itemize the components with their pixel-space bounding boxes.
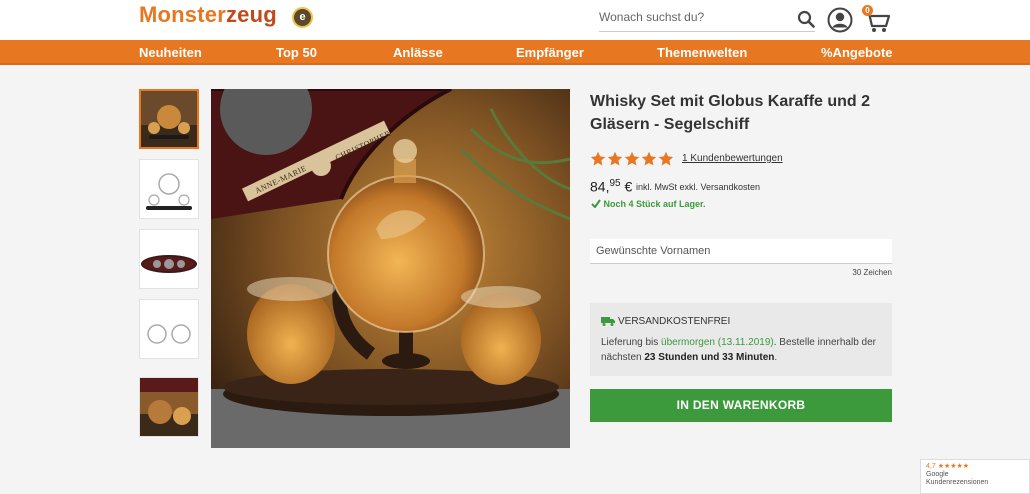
thumbnail-image (140, 160, 198, 218)
nav-item-anlaesse[interactable]: Anlässe (393, 45, 443, 60)
product-thumbnail-5[interactable] (139, 377, 199, 437)
names-input[interactable] (590, 239, 890, 263)
main-navigation: Neuheiten Top 50 Anlässe Empfänger Theme… (0, 40, 1030, 65)
star-icon (624, 151, 640, 166)
user-icon[interactable] (827, 7, 853, 33)
stock-text: Noch 4 Stück auf Lager. (603, 199, 706, 209)
search-icon[interactable] (797, 10, 815, 28)
price-main: 84, (590, 178, 610, 195)
names-field-wrapper (590, 239, 892, 264)
cart-count-badge: 0 (862, 5, 873, 16)
search-input[interactable] (599, 4, 789, 30)
product-title: Whisky Set mit Globus Karaffe und 2 Gläs… (590, 93, 871, 133)
shipping-info-box: VERSANDKOSTENFREI Lieferung bis übermorg… (590, 303, 892, 376)
char-counter: 30 Zeichen (852, 268, 892, 277)
rating-stars[interactable] (590, 151, 674, 169)
thumbnail-image (141, 91, 197, 147)
add-to-cart-button[interactable]: IN DEN WARENKORB (590, 389, 892, 422)
logo[interactable]: Monsterzeug (139, 2, 277, 28)
price-note: inkl. MwSt exkl. Versandkosten (636, 182, 761, 192)
star-icon (658, 151, 674, 166)
google-rating: 4,7 ★★★★★ (926, 463, 1024, 471)
stock-status: Noch 4 Stück auf Lager. (591, 199, 706, 209)
product-main-image[interactable]: ANNE-MARIE CHRISTOPHER (211, 89, 570, 448)
star-icon (641, 151, 657, 166)
google-stars: ★★★★★ (937, 463, 970, 470)
product-thumbnail-2[interactable] (139, 159, 199, 219)
check-icon (591, 199, 601, 209)
thumbnail-image (140, 230, 198, 288)
product-photo (211, 89, 570, 448)
logo-part2: zeug (225, 2, 277, 27)
time-left: 23 Stunden und 33 Minuten (644, 352, 775, 363)
google-score: 4,7 (926, 463, 936, 470)
star-icon (590, 151, 606, 166)
product-thumbnail-4[interactable] (139, 299, 199, 359)
thumbnail-image (140, 378, 198, 436)
nav-item-empfaenger[interactable]: Empfänger (516, 45, 584, 60)
search-bar (599, 4, 815, 32)
product-thumbnail-3[interactable] (139, 229, 199, 289)
google-reviews-label: Kundenrezensionen (926, 479, 989, 486)
thumbnail-image (140, 300, 198, 358)
trusted-shops-badge[interactable]: e (292, 7, 313, 28)
nav-item-neuheiten[interactable]: Neuheiten (139, 45, 202, 60)
nav-item-themenwelten[interactable]: Themenwelten (657, 45, 747, 60)
header: Monsterzeug e 0 (0, 0, 1030, 40)
google-reviews-badge[interactable]: 4,7 ★★★★★ Google Kundenrezensionen (920, 459, 1030, 494)
nav-item-top50[interactable]: Top 50 (276, 45, 317, 60)
nav-item-angebote[interactable]: %Angebote (821, 45, 893, 60)
shipping-title: VERSANDKOSTENFREI (618, 316, 731, 327)
delivery-date: übermorgen (13.11.2019) (661, 337, 774, 348)
shipping-text: Lieferung bis übermorgen (13.11.2019). B… (601, 335, 885, 365)
reviews-link[interactable]: 1 Kundenbewertungen (682, 153, 783, 164)
logo-part1: Monster (139, 2, 226, 27)
shipping-prefix: Lieferung bis (601, 337, 662, 348)
product-price: 84,95 € (590, 178, 632, 195)
product-thumbnail-1[interactable] (139, 89, 199, 149)
truck-icon (601, 317, 615, 326)
google-label: Google (926, 471, 949, 478)
shipping-end: . (774, 352, 778, 363)
star-icon (607, 151, 623, 166)
price-currency: € (624, 178, 633, 195)
price-cents: 95 (609, 178, 621, 189)
